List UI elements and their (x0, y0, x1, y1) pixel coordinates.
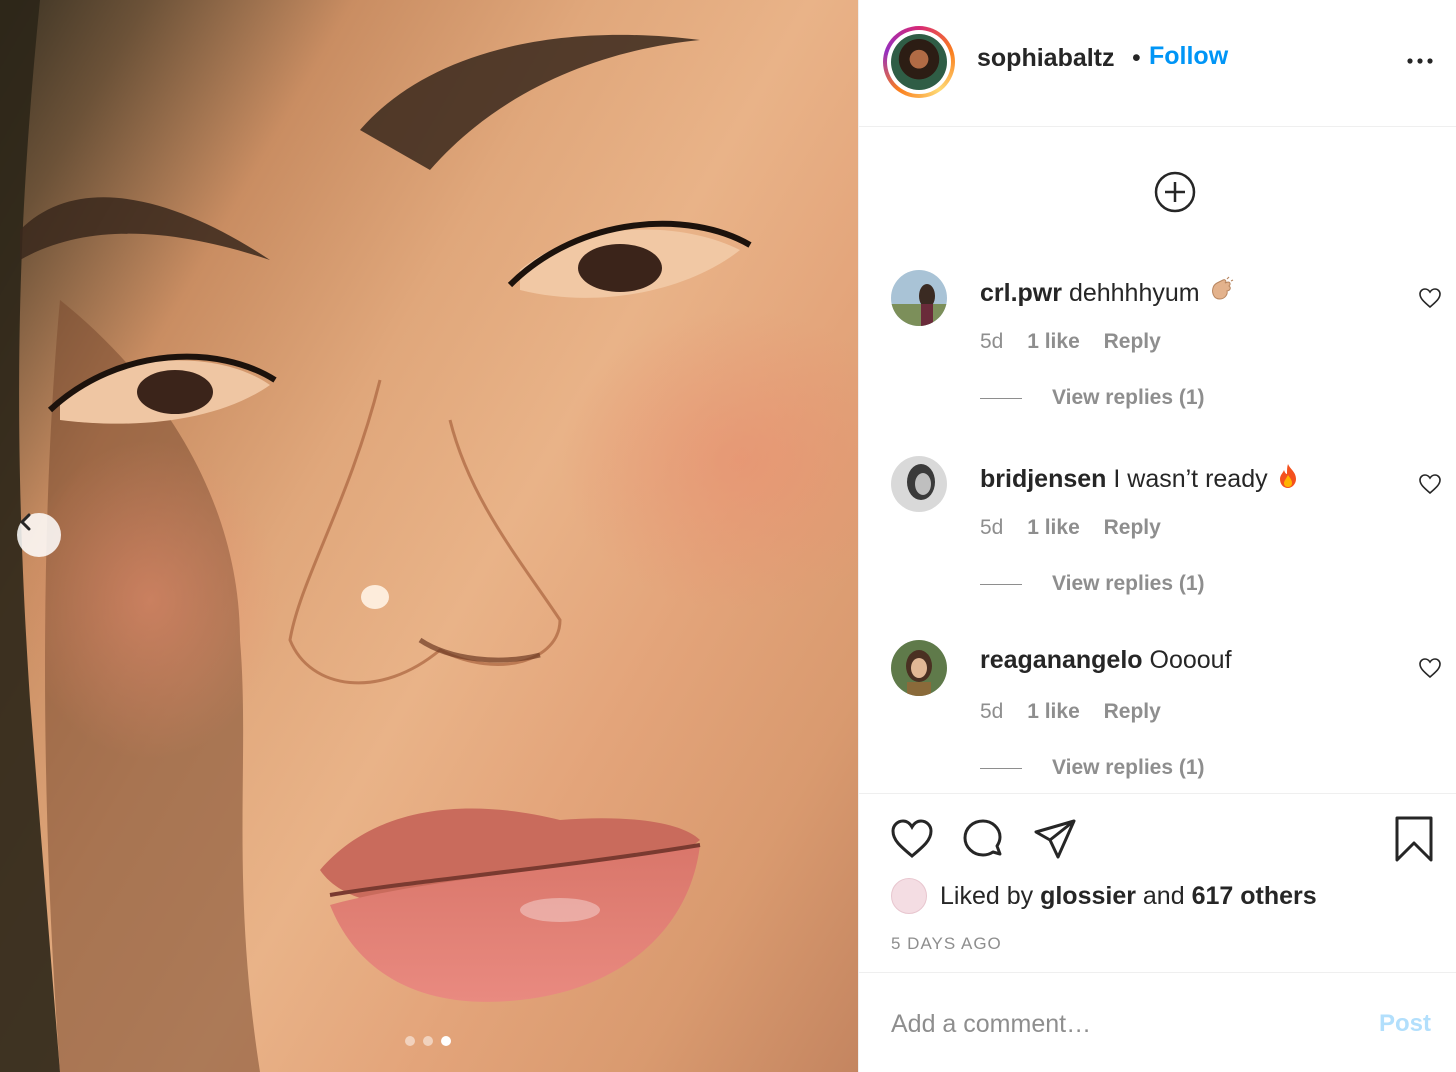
carousel-indicator (405, 1036, 451, 1046)
liker-avatar[interactable] (891, 878, 927, 914)
view-replies-label: View replies (1) (1052, 386, 1205, 409)
comment-username[interactable]: crl.pwr (980, 279, 1062, 307)
liked-by-prefix: Liked by (940, 881, 1034, 910)
author-avatar[interactable] (883, 26, 955, 98)
view-replies-button[interactable]: View replies (1) (980, 756, 1205, 780)
replies-divider (980, 583, 1022, 585)
comment-likes[interactable]: 1 like (1027, 330, 1080, 353)
chevron-left-icon (20, 513, 31, 531)
view-replies-button[interactable]: View replies (1) (980, 386, 1205, 410)
comment-time: 5d (980, 330, 1004, 353)
like-heart-icon[interactable] (889, 816, 935, 862)
post-header: sophiabaltz • Follow (859, 0, 1456, 127)
comment-body: I wasn’t ready (1113, 465, 1268, 493)
comment-item: crl.pwr dehhhhyum 5d 1 like Reply View r… (859, 270, 1456, 456)
liked-by-user[interactable]: glossier (1040, 882, 1136, 911)
view-replies-label: View replies (1) (1052, 756, 1205, 779)
author-username[interactable]: sophiabaltz (977, 44, 1115, 73)
comment-likes[interactable]: 1 like (1027, 700, 1080, 723)
carousel-dot (405, 1036, 415, 1046)
comment-time: 5d (980, 516, 1004, 539)
instagram-post-modal: sophiabaltz • Follow crl.pwr dehhhhyum 5… (0, 0, 1456, 1072)
save-bookmark-icon[interactable] (1391, 816, 1437, 862)
post-photo[interactable] (0, 0, 858, 1072)
replies-divider (980, 397, 1022, 399)
comment-text: crl.pwr dehhhhyum (980, 276, 1235, 308)
comment-heart-icon[interactable] (1418, 656, 1442, 680)
comment-body: dehhhhyum (1068, 279, 1200, 307)
commenter-avatar[interactable] (891, 456, 947, 512)
post-comment-button[interactable]: Post (1379, 1010, 1431, 1038)
comment-bubble-icon[interactable] (960, 816, 1006, 862)
liked-by-others[interactable]: 617 others (1192, 882, 1317, 911)
view-replies-label: View replies (1) (1052, 572, 1205, 595)
post-side-panel: sophiabaltz • Follow crl.pwr dehhhhyum 5… (858, 0, 1456, 1072)
comment-meta: 5d 1 like Reply (980, 516, 1161, 540)
comment-heart-icon[interactable] (1418, 286, 1442, 310)
comment-text: bridjensen I wasn’t ready (980, 462, 1301, 494)
comment-body: Oooouf (1149, 646, 1232, 674)
share-send-icon[interactable] (1032, 816, 1078, 862)
previous-photo-button[interactable] (17, 513, 61, 557)
header-separator: • (1132, 44, 1141, 72)
liked-by-summary: Liked by glossier and 617 others (891, 878, 1317, 914)
comment-list[interactable]: crl.pwr dehhhhyum 5d 1 like Reply View r… (859, 128, 1456, 792)
view-replies-button[interactable]: View replies (1) (980, 572, 1205, 596)
comment-likes[interactable]: 1 like (1027, 516, 1080, 539)
post-actions: Liked by glossier and 617 others 5 DAYS … (859, 793, 1456, 973)
fire-icon (1279, 464, 1296, 488)
comment-item: bridjensen I wasn’t ready 5d 1 like Repl… (859, 456, 1456, 642)
commenter-avatar[interactable] (891, 270, 947, 326)
face-closeup-image (0, 0, 858, 1072)
carousel-dot (423, 1036, 433, 1046)
reply-button[interactable]: Reply (1104, 700, 1161, 723)
carousel-dot-active (441, 1036, 451, 1046)
post-timestamp[interactable]: 5 DAYS AGO (891, 934, 1002, 954)
comment-input[interactable] (891, 1004, 1351, 1044)
follow-button[interactable]: Follow (1149, 42, 1228, 71)
reply-button[interactable]: Reply (1104, 330, 1161, 353)
reply-button[interactable]: Reply (1104, 516, 1161, 539)
comment-username[interactable]: bridjensen (980, 465, 1106, 493)
clapping-hands-icon (1211, 276, 1233, 300)
comment-heart-icon[interactable] (1418, 472, 1442, 496)
comment-username[interactable]: reaganangelo (980, 646, 1143, 674)
comment-item: reaganangelo Oooouf 5d 1 like Reply View… (859, 640, 1456, 792)
replies-divider (980, 767, 1022, 769)
add-comment-bar: Post (859, 974, 1456, 1072)
more-options-icon[interactable] (1405, 46, 1435, 76)
comment-meta: 5d 1 like Reply (980, 700, 1161, 724)
comment-meta: 5d 1 like Reply (980, 330, 1161, 354)
commenter-avatar[interactable] (891, 640, 947, 696)
comment-text: reaganangelo Oooouf (980, 646, 1232, 675)
liked-by-joiner: and (1142, 881, 1185, 910)
comment-time: 5d (980, 700, 1004, 723)
